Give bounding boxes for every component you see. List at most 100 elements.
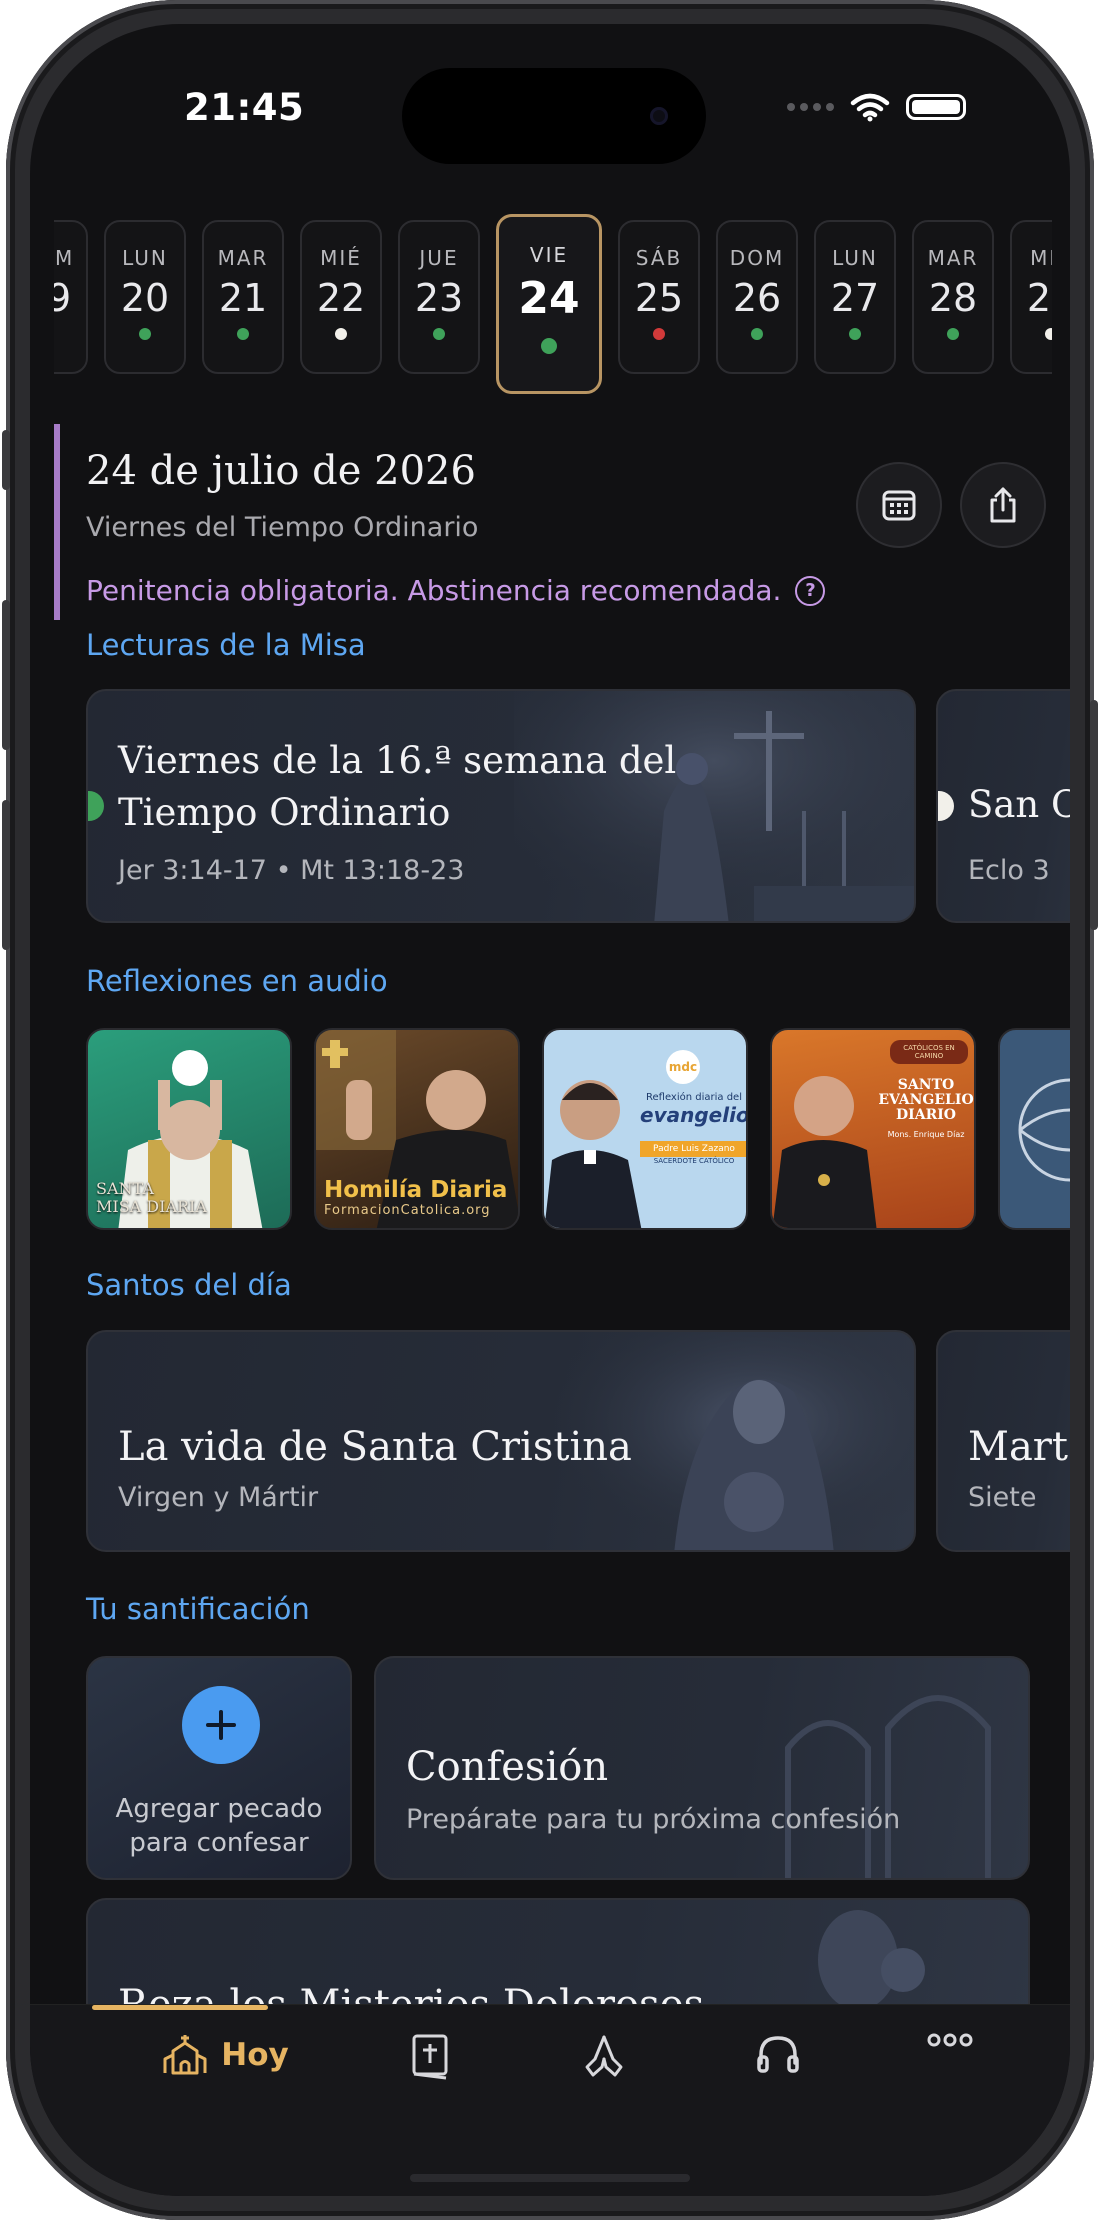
day-chip[interactable]: LUN 20 — [104, 220, 186, 374]
volume-up-button — [2, 600, 10, 750]
reading-references: Jer 3:14-17 • Mt 13:18-23 — [118, 855, 465, 886]
confession-card[interactable]: Confesión Prepárate para tu próxima conf… — [374, 1656, 1030, 1880]
tab-hoy[interactable]: Hoy — [126, 2033, 326, 2077]
liturgical-color-dot — [849, 328, 861, 340]
power-button — [1090, 700, 1098, 930]
volume-down-button — [2, 800, 10, 950]
penitence-text: Penitencia obligatoria. Abstinencia reco… — [86, 574, 782, 607]
saint-title: La vida de Santa Cristina — [118, 1424, 632, 1470]
status-icons — [787, 92, 966, 122]
liturgical-color-dot — [433, 328, 445, 340]
sanctification-section-title: Tu santificación — [86, 1592, 310, 1626]
day-name: MAR — [217, 246, 269, 270]
day-name: DOM — [54, 246, 75, 270]
reading-title-line2: Tiempo Ordinario — [118, 791, 451, 834]
day-chip[interactable]: MAR 21 — [202, 220, 284, 374]
day-number: 26 — [732, 276, 782, 320]
church-arches-illustration — [785, 1695, 991, 1878]
day-name: MIÉ — [320, 246, 362, 270]
day-chip[interactable]: DOM 26 — [716, 220, 798, 374]
calendar-button[interactable] — [856, 462, 942, 548]
share-button[interactable] — [960, 462, 1046, 548]
liturgical-color-dot — [237, 328, 249, 340]
liturgical-color-dot — [139, 328, 151, 340]
day-name: VIE — [529, 243, 569, 267]
plus-icon — [206, 1710, 236, 1740]
add-sin-card[interactable]: Agregar pecado para confesar — [86, 1656, 352, 1880]
confession-subtitle: Prepárate para tu próxima confesión — [406, 1804, 901, 1835]
podcast-santo-evangelio-diario[interactable]: CATÓLICOS EN CAMINO SANTO EVANGELIO DIAR… — [770, 1028, 976, 1230]
praying-hands-icon — [585, 2035, 623, 2077]
liturgical-color-dot — [947, 328, 959, 340]
podcast-santa-misa-diaria[interactable]: SANTA MISA DIARIA — [86, 1028, 292, 1230]
tab-hoy-label: Hoy — [221, 2037, 289, 2073]
reading-title-next: San C — [968, 783, 1070, 826]
battery-icon — [906, 94, 966, 120]
day-number: 24 — [518, 273, 580, 324]
day-number: 21 — [218, 276, 268, 320]
home-indicator — [410, 2174, 690, 2182]
saint-subtitle: Virgen y Mártir — [118, 1482, 319, 1513]
day-number: 23 — [414, 276, 464, 320]
saint-card[interactable]: La vida de Santa Cristina Virgen y Márti… — [86, 1330, 916, 1552]
tab-more[interactable] — [910, 2033, 990, 2047]
reading-color-dot — [88, 791, 104, 821]
readings-section-title: Lecturas de la Misa — [86, 628, 366, 662]
day-number: 22 — [316, 276, 366, 320]
day-chip[interactable]: JUE 23 — [398, 220, 480, 374]
phone-frame: 21:45 DOM 19 LUN 20 MAR 21 MIÉ 22 JUE 23 VIE 24 SÁB 2… — [2, 0, 1098, 2220]
liturgical-color-dot — [541, 338, 557, 354]
day-number: 27 — [830, 276, 880, 320]
day-chip[interactable]: DOM 19 — [54, 220, 88, 374]
share-icon — [990, 487, 1016, 523]
liturgical-color-dot — [1045, 328, 1052, 340]
day-chip[interactable]: VIE 24 — [496, 214, 602, 394]
home-church-icon — [163, 2035, 207, 2075]
tab-bar: Hoy — [30, 2004, 1070, 2196]
day-name: LUN — [122, 246, 168, 270]
help-icon[interactable]: ? — [795, 575, 826, 606]
dynamic-island — [402, 68, 706, 164]
reading-card[interactable]: Viernes de la 16.ª semana del Tiempo Ord… — [86, 689, 916, 923]
tab-bible[interactable] — [390, 2033, 470, 2081]
day-name: DOM — [729, 246, 785, 270]
virgin-and-child-illustration — [818, 1910, 925, 2010]
podcast-caption: SANTO EVANGELIO DIARIO Mons. Enrique Día… — [878, 1077, 974, 1140]
add-sin-button[interactable] — [182, 1686, 260, 1764]
action-button — [2, 430, 10, 490]
add-sin-label: Agregar pecado para confesar — [115, 1794, 323, 1858]
calendar-icon — [882, 490, 916, 521]
podcast-caption: Reflexión diaria del evangelio Padre Lui… — [640, 1092, 748, 1165]
podcast-next[interactable] — [998, 1028, 1070, 1230]
saint-subtitle-next: Siete — [968, 1482, 1037, 1513]
tab-audio[interactable] — [738, 2033, 818, 2075]
day-chip[interactable]: MAR 28 — [912, 220, 994, 374]
day-name: LUN — [832, 246, 878, 270]
tab-prayer[interactable] — [564, 2033, 644, 2079]
confession-title: Confesión — [406, 1744, 609, 1790]
day-chip[interactable]: MIÉ 22 — [300, 220, 382, 374]
day-chip[interactable]: SÁB 25 — [618, 220, 700, 374]
liturgical-color-dot — [653, 328, 665, 340]
screen: 21:45 DOM 19 LUN 20 MAR 21 MIÉ 22 JUE 23 VIE 24 SÁB 2… — [30, 24, 1070, 2196]
day-header: 24 de julio de 2026 Viernes del Tiempo O… — [54, 424, 1054, 624]
status-time: 21:45 — [184, 86, 305, 129]
reading-card-next[interactable]: San C Eclo 3 — [936, 689, 1070, 923]
podcast-homilia-diaria[interactable]: Homilía Diaria FormacionCatolica.org — [314, 1028, 520, 1230]
liturgical-color-dot — [751, 328, 763, 340]
day-chip[interactable]: LUN 27 — [814, 220, 896, 374]
day-name: MAR — [927, 246, 979, 270]
penitence-notice[interactable]: Penitencia obligatoria. Abstinencia reco… — [86, 574, 826, 607]
globe-logo-icon — [1018, 1078, 1070, 1182]
audio-section-title: Reflexiones en audio — [86, 964, 388, 998]
cellular-signal-icon — [787, 103, 834, 111]
day-chip[interactable]: MIÉ 29 — [1010, 220, 1052, 374]
podcast-reflexion-evangelio[interactable]: mdc Reflexión diaria del evangelio Padre… — [542, 1028, 748, 1230]
headphones-icon — [757, 2036, 799, 2073]
day-number: 28 — [928, 276, 978, 320]
day-number: 20 — [120, 276, 170, 320]
podcast-caption: SANTA MISA DIARIA — [96, 1179, 207, 1216]
day-strip[interactable]: DOM 19 LUN 20 MAR 21 MIÉ 22 JUE 23 VIE 24 SÁB 25 DOM 26… — [54, 210, 1052, 420]
saint-card-next[interactable]: Mart Siete — [936, 1330, 1070, 1552]
reading-color-dot — [938, 791, 954, 821]
